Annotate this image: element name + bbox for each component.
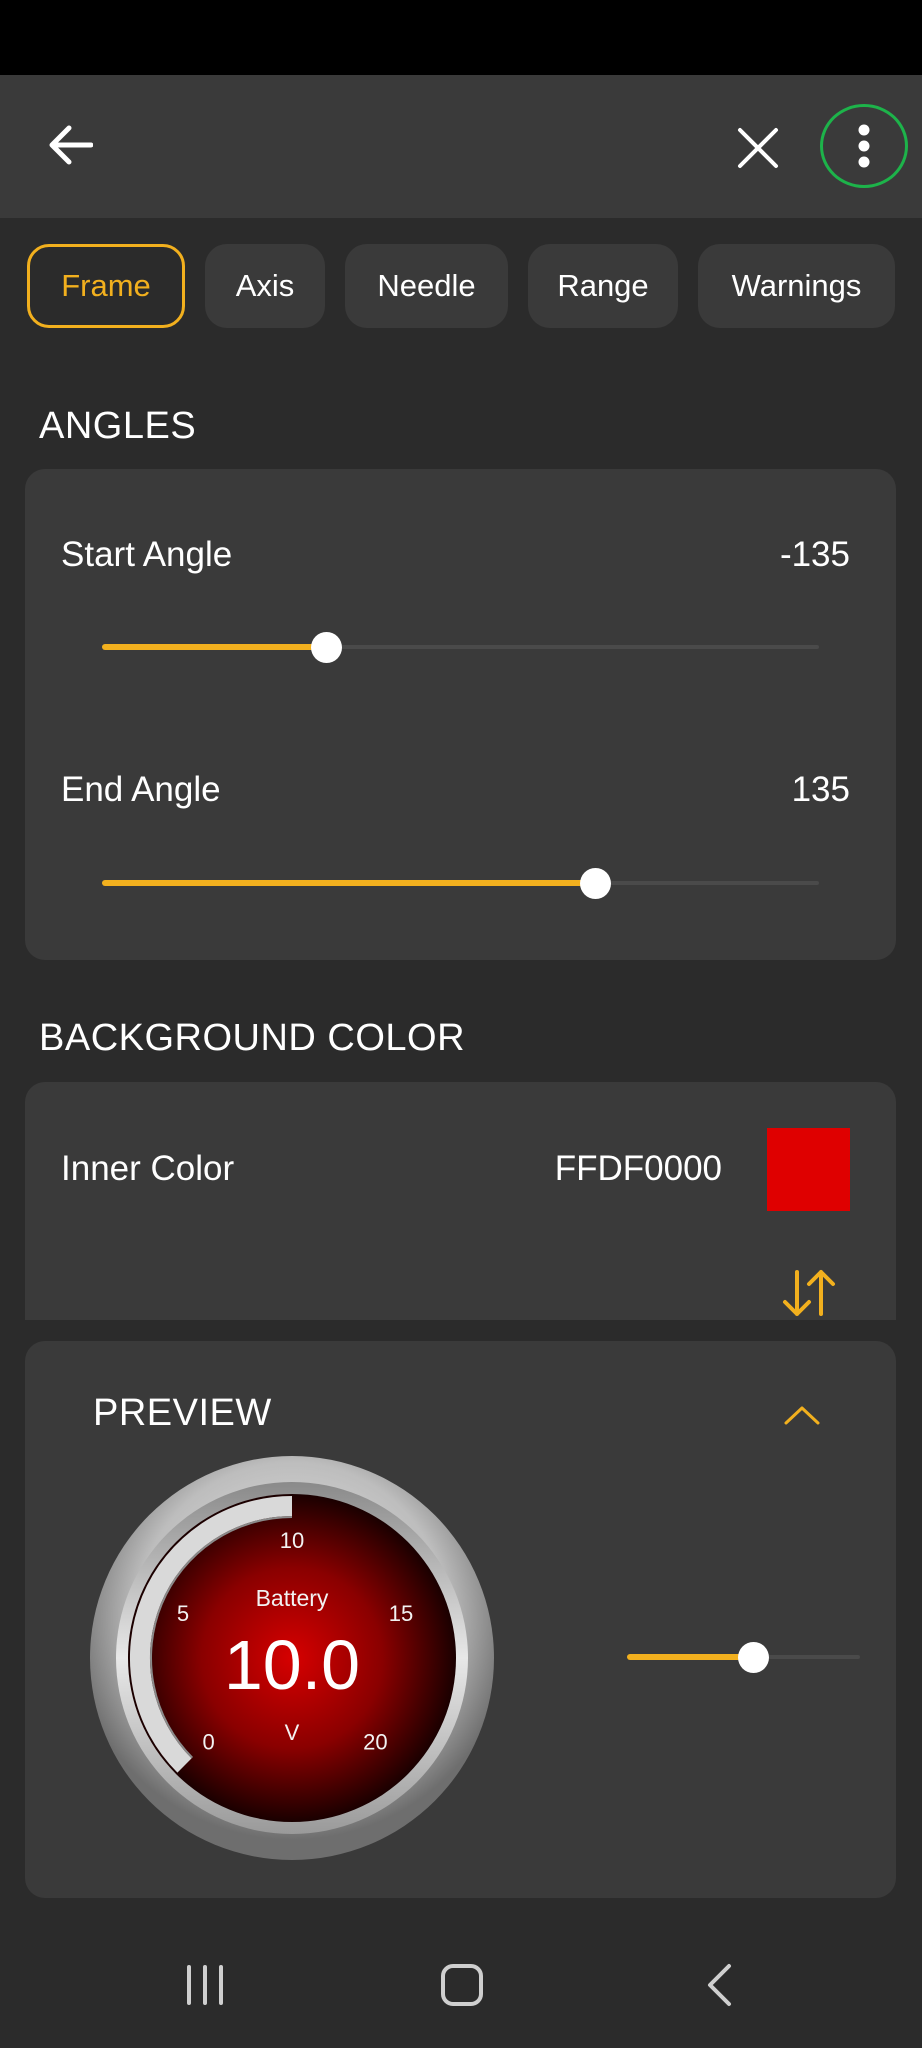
gauge-tick-label: 5 xyxy=(177,1601,189,1626)
end-angle-slider-fill xyxy=(102,880,596,886)
nav-back-icon xyxy=(708,1964,731,2006)
background-color-section-title: BACKGROUND COLOR xyxy=(39,1017,466,1059)
inner-color-value: FFDF0000 xyxy=(554,1149,722,1188)
tab-axis[interactable]: Axis xyxy=(205,244,325,328)
start-angle-label: Start Angle xyxy=(61,535,233,574)
gauge-tick-label: 10 xyxy=(280,1528,304,1553)
recent-apps-button[interactable] xyxy=(165,1950,245,2020)
recent-apps-icon xyxy=(187,1965,223,2005)
close-button[interactable] xyxy=(720,110,795,185)
home-button[interactable] xyxy=(422,1950,502,2020)
start-angle-slider[interactable] xyxy=(102,632,819,663)
start-angle-slider-fill xyxy=(102,644,327,650)
start-angle-value: -135 xyxy=(779,535,850,574)
gauge-unit: V xyxy=(285,1720,300,1745)
status-bar xyxy=(0,0,922,75)
more-options-button[interactable] xyxy=(820,104,908,188)
preview-card: PREVIEW 0510 15 20 Battery 10.0 V xyxy=(25,1341,896,1898)
angles-section-title: ANGLES xyxy=(39,405,197,447)
end-angle-slider[interactable] xyxy=(102,868,819,899)
start-angle-slider-thumb[interactable] xyxy=(311,632,343,663)
inner-color-swatch[interactable] xyxy=(767,1128,850,1211)
tab-frame[interactable]: Frame xyxy=(27,244,185,328)
home-icon xyxy=(441,1964,483,2006)
arrow-left-icon xyxy=(49,125,93,165)
gauge-tick-label: 20 xyxy=(363,1729,387,1754)
preview-slider-fill xyxy=(627,1654,753,1660)
gauge-label: Battery xyxy=(256,1585,329,1611)
tab-needle[interactable]: Needle xyxy=(345,244,508,328)
tab-warnings[interactable]: Warnings xyxy=(698,244,895,328)
preview-title: PREVIEW xyxy=(93,1392,272,1434)
gauge-tick-label: 15 xyxy=(389,1601,413,1626)
gauge-preview: 0 5 10 15 20 Battery 10.0 V xyxy=(90,1456,494,1860)
angles-card: Start Angle -135 End Angle 135 xyxy=(25,469,896,960)
end-angle-slider-thumb[interactable] xyxy=(580,868,612,899)
preview-slider-thumb[interactable] xyxy=(737,1642,769,1673)
gauge-tick-label: 0 xyxy=(202,1729,214,1754)
inner-color-label: Inner Color xyxy=(61,1149,235,1188)
chevron-up-icon xyxy=(784,1406,820,1425)
tab-bar: Frame Axis Needle Range Warnings xyxy=(0,244,922,328)
nav-back-button[interactable] xyxy=(680,1950,760,2020)
more-vertical-icon xyxy=(858,124,870,168)
end-angle-label: End Angle xyxy=(61,770,221,809)
swap-button[interactable] xyxy=(774,1268,844,1318)
swap-vertical-icon xyxy=(783,1270,835,1316)
background-color-card: Inner Color FFDF0000 xyxy=(25,1082,896,1320)
back-button[interactable] xyxy=(30,110,110,180)
end-angle-value: 135 xyxy=(791,770,850,809)
preview-value-slider[interactable] xyxy=(627,1642,860,1673)
collapse-preview-button[interactable] xyxy=(777,1397,827,1433)
close-icon xyxy=(737,127,778,168)
tab-range[interactable]: Range xyxy=(528,244,678,328)
gauge-value: 10.0 xyxy=(224,1626,360,1704)
